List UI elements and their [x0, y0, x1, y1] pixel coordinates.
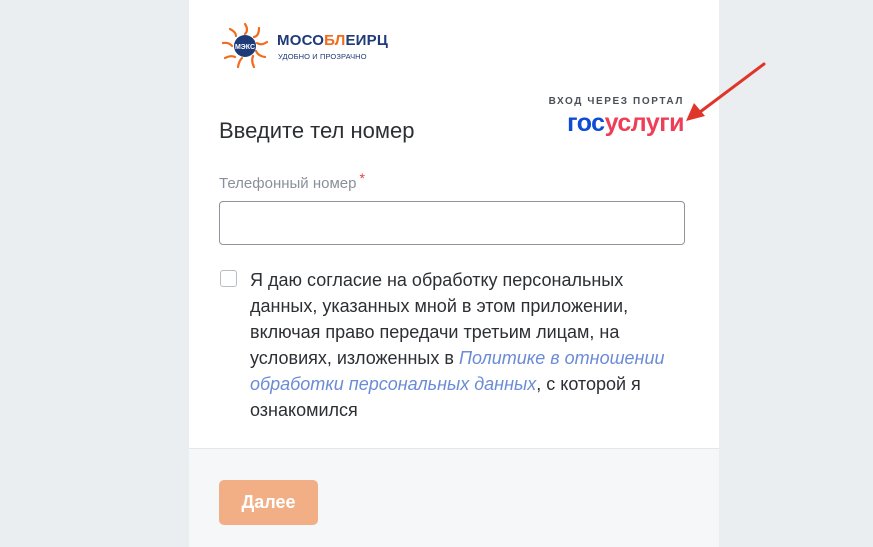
red-arrow-icon	[686, 62, 766, 121]
